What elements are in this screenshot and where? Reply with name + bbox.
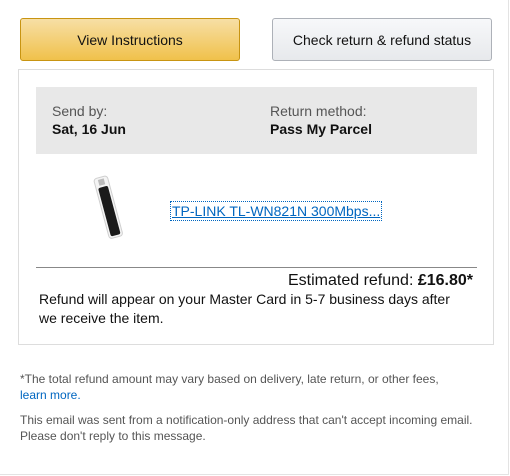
refund-disclaimer: *The total refund amount may vary based …: [20, 371, 490, 403]
return-details-panel: Send by: Sat, 16 Jun Return method: Pass…: [18, 69, 494, 345]
disclaimer-text: *The total refund amount may vary based …: [20, 372, 439, 386]
divider: [36, 267, 477, 268]
notification-notice: This email was sent from a notification-…: [20, 413, 473, 443]
send-by-date: Sat, 16 Jun: [52, 121, 126, 137]
estimated-refund: Estimated refund: £16.80*: [288, 272, 473, 290]
check-return-status-button[interactable]: Check return & refund status: [272, 18, 492, 61]
send-by-label: Send by:: [52, 103, 108, 119]
product-link[interactable]: TP-LINK TL-WN821N 300Mbps...: [169, 201, 383, 221]
view-instructions-label: View Instructions: [77, 31, 183, 48]
estimated-refund-label: Estimated refund:: [287, 272, 418, 289]
learn-more-link[interactable]: learn more.: [20, 388, 81, 402]
return-method-value: Pass My Parcel: [270, 121, 372, 137]
check-return-status-label: Check return & refund status: [292, 31, 472, 48]
refund-note: Refund will appear on your Master Card i…: [39, 291, 450, 326]
usb-wifi-adapter-icon[interactable]: [81, 172, 137, 240]
return-method-label: Return method:: [270, 103, 367, 119]
estimated-refund-amount: £16.80*: [417, 272, 473, 289]
view-instructions-button[interactable]: View Instructions: [20, 18, 240, 61]
return-info-box: Send by: Sat, 16 Jun Return method: Pass…: [36, 87, 477, 154]
